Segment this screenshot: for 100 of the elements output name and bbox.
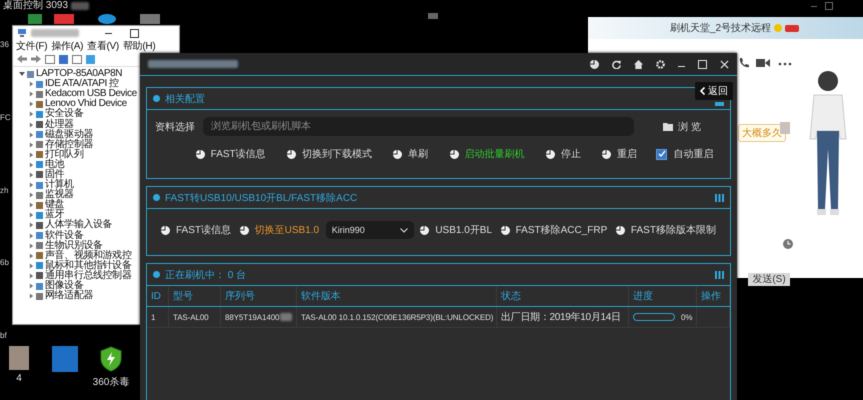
expand-arrow-icon[interactable]	[29, 272, 34, 279]
menu-item[interactable]: 查看(V)	[87, 39, 119, 53]
tree-item[interactable]: 打印队列	[45, 150, 84, 160]
menu-item[interactable]: 文件(F)	[16, 39, 48, 53]
action-button[interactable]: FAST读信息	[194, 145, 268, 163]
action-button[interactable]: 启动批量刷机	[448, 145, 526, 163]
pie-chart-icon	[286, 150, 296, 158]
pie-chart-icon	[393, 150, 402, 158]
computer-icon	[27, 70, 34, 78]
expand-arrow-icon[interactable]	[29, 122, 34, 128]
tree-item[interactable]: 存储控制器	[45, 140, 94, 150]
send-button[interactable]: 发送(S)	[748, 273, 790, 286]
back-arrow-icon[interactable]	[17, 55, 27, 63]
tree-item[interactable]: 生物识别设备	[45, 240, 103, 251]
expand-arrow-icon[interactable]	[29, 91, 34, 98]
action-button[interactable]: FAST移除ACC_FRP	[498, 221, 610, 239]
tree-item[interactable]: 处理器	[45, 120, 74, 130]
action-button[interactable]: 切换至USB1.0	[238, 221, 322, 239]
expand-arrow-icon[interactable]	[29, 192, 34, 198]
expand-arrow-icon[interactable]	[29, 222, 34, 228]
expand-arrow-icon[interactable]	[29, 202, 34, 208]
shield-icon[interactable]	[100, 346, 122, 372]
forward-arrow-icon[interactable]	[31, 55, 41, 63]
pie-chart-icon	[196, 150, 205, 158]
refresh-icon[interactable]	[612, 60, 621, 68]
tooltip-text: 返回	[708, 84, 728, 98]
table-cell: TAS-AL00	[169, 307, 221, 327]
close-icon[interactable]	[720, 60, 729, 68]
expand-arrow-icon[interactable]	[29, 212, 34, 218]
expand-arrow-icon[interactable]	[29, 182, 34, 188]
section-title: 相关配置	[165, 92, 205, 106]
tree-item[interactable]: Kedacom USB Device	[45, 89, 137, 100]
table-cell: 出厂日期：2019年10月14日	[497, 307, 629, 327]
file-path-field[interactable]: 浏览刷机包或刷机脚本	[203, 117, 634, 136]
pie-chart-icon	[240, 226, 249, 234]
pie-chart-icon[interactable]	[590, 60, 599, 68]
action-button[interactable]: 停止	[544, 145, 583, 163]
minimize-icon[interactable]	[105, 32, 112, 34]
pie-chart-icon	[420, 226, 430, 234]
column-header: 软件版本	[297, 286, 497, 306]
tree-item[interactable]: 固件	[45, 170, 64, 180]
tree-item[interactable]: 软件设备	[45, 230, 84, 241]
expand-arrow-icon[interactable]	[29, 252, 34, 259]
desktop-icon-label: FC	[0, 112, 12, 122]
tree-item[interactable]: 磁盘驱动器	[45, 130, 94, 140]
tree-item[interactable]: 安全设备	[45, 109, 84, 120]
tree-item[interactable]: LAPTOP-85A0AP8N	[36, 69, 122, 80]
desktop-app-icon[interactable]	[98, 14, 116, 24]
tree-item[interactable]: 通用串行总线控制器	[45, 270, 132, 281]
action-button[interactable]: 单刷	[391, 145, 430, 163]
menu-item[interactable]: 操作(A)	[51, 39, 84, 53]
home-icon[interactable]	[634, 60, 643, 68]
expand-arrow-icon[interactable]	[29, 262, 34, 269]
expand-arrow-icon[interactable]	[29, 232, 34, 239]
section-title: FAST转USB10/USB10开BL/FAST移除ACC	[165, 192, 358, 204]
chip-dropdown[interactable]: Kirin990	[326, 221, 414, 239]
video-camera-icon[interactable]	[756, 58, 770, 68]
expand-arrow-icon[interactable]	[29, 132, 34, 138]
expand-arrow-icon[interactable]	[29, 242, 34, 249]
tree-item[interactable]: 鼠标和其他指针设备	[45, 260, 132, 271]
tree-item[interactable]: 声音、视频和游戏控	[45, 250, 132, 261]
action-button[interactable]: 重启	[600, 145, 640, 163]
grid-icon[interactable]	[715, 270, 724, 278]
expand-arrow-icon[interactable]	[29, 101, 34, 108]
expand-arrow-icon[interactable]	[29, 283, 34, 290]
more-icon[interactable]	[778, 62, 792, 66]
action-button[interactable]: 切换到下载模式	[284, 145, 374, 163]
tree-item[interactable]: 蓝牙	[45, 210, 64, 220]
table-cell: 1	[147, 307, 169, 327]
action-button[interactable]: FAST读信息	[159, 221, 234, 239]
browse-button[interactable]: 浏 览	[642, 118, 722, 134]
action-button[interactable]: FAST移除版本限制	[614, 221, 718, 239]
grid-icon[interactable]	[715, 194, 724, 202]
checkbox[interactable]	[656, 148, 668, 160]
action-button[interactable]: USB1.0开BL	[418, 221, 494, 239]
desktop-icon-label: 360杀毒	[92, 376, 130, 389]
expand-arrow-icon[interactable]	[29, 81, 34, 88]
expand-arrow-icon[interactable]	[29, 293, 34, 300]
tree-item[interactable]: IDE ATA/ATAPI 控	[45, 79, 119, 90]
expand-arrow-icon[interactable]	[29, 172, 34, 178]
pie-chart-icon	[500, 226, 510, 234]
expand-arrow-icon[interactable]	[29, 162, 34, 168]
tree-item[interactable]: 电池	[45, 160, 64, 170]
tree-item[interactable]: 网络适配器	[45, 291, 94, 302]
settings-icon[interactable]	[656, 60, 665, 68]
phone-icon[interactable]	[738, 57, 750, 69]
back-tooltip[interactable]: 返回	[695, 82, 733, 100]
field-label: 资料选择	[155, 120, 195, 134]
maximize-icon[interactable]	[130, 28, 139, 38]
section-icon	[153, 95, 160, 102]
chat-title: 刷机天堂_2号技术远程	[670, 22, 772, 35]
tree-item[interactable]: 人体学输入设备	[45, 220, 112, 230]
expand-arrow-icon[interactable]	[19, 71, 25, 78]
clock-icon[interactable]	[783, 239, 793, 249]
remote-title: 桌面控制 3093	[3, 0, 68, 12]
menu-item[interactable]: 帮助(H)	[122, 39, 156, 53]
chevron-left-icon	[700, 87, 705, 95]
expand-arrow-icon[interactable]	[29, 142, 34, 148]
expand-arrow-icon[interactable]	[29, 152, 34, 158]
expand-arrow-icon[interactable]	[29, 111, 34, 118]
